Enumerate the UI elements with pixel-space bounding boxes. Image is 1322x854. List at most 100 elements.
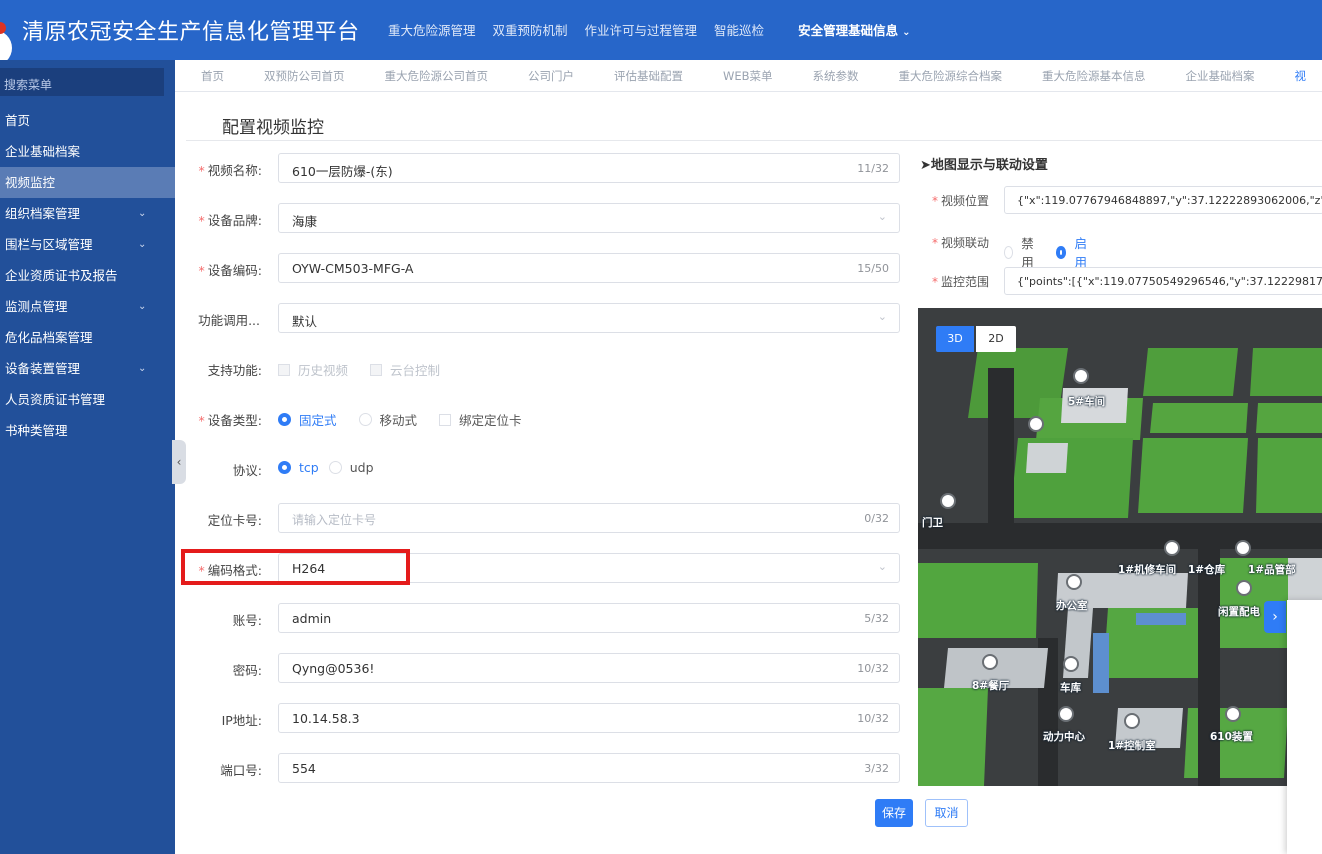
protocol-options: tcp udp [278,460,396,475]
account-input[interactable]: admin 5/32 [278,603,900,633]
sidebar-item-label: 设备装置管理 [5,361,81,376]
sidebar-search-input[interactable]: 搜索菜单 [0,68,164,96]
sidebar-collapse-button[interactable]: ‹ [172,440,186,484]
map-pin-icon[interactable] [1066,574,1082,590]
sidebar-item-org-archive[interactable]: 组织档案管理 ⌄ [0,198,175,229]
map-pin-icon[interactable] [1058,706,1074,722]
tab-hazard-archive[interactable]: 重大危险源综合档案 [899,68,1003,84]
sidebar-item-video-monitor[interactable]: 视频监控 [0,167,175,198]
device-type-mobile-radio[interactable]: 移动式 [358,410,417,429]
ip-input[interactable]: 10.14.58.3 10/32 [278,703,900,733]
form-row-ip: IP地址: 10.14.58.3 10/32 [186,703,902,733]
map-label-office: 办公室 [1056,600,1088,612]
tab-company-portal[interactable]: 公司门户 [528,68,574,84]
char-count: 3/32 [864,762,889,775]
location-arrow-icon: ➤ [920,158,931,173]
sidebar-item-label: 监测点管理 [5,299,68,314]
nav-smart-inspection[interactable]: 智能巡检 [714,20,764,39]
video-name-input[interactable]: 610一层防爆-(东) 11/32 [278,153,900,183]
bind-card-checkbox[interactable]: 绑定定位卡 [439,410,522,429]
brand-select[interactable]: 海康 ⌄ [278,203,900,233]
sidebar-item-home[interactable]: 首页 [0,105,175,136]
tab-home[interactable]: 首页 [201,68,224,84]
char-count: 15/50 [857,262,889,275]
tab-web-menu[interactable]: WEB菜单 [723,68,773,84]
video-position-input[interactable]: {"x":119.07767946848897,"y":37.122228930… [1004,186,1322,214]
card-input[interactable]: 请输入定位卡号 0/32 [278,503,900,533]
sidebar-item-personnel-certs[interactable]: 人员资质证书管理 [0,384,175,415]
char-count: 0/32 [864,512,889,525]
protocol-tcp-radio[interactable]: tcp [278,460,319,475]
page-title: 配置视频监控 [222,118,324,138]
map-view[interactable]: 3D 2D 5#车间 门卫 1#机修车间 1#仓库 1#品管部 办公室 闲置配电… [918,308,1322,786]
password-input[interactable]: Qyng@0536! 10/32 [278,653,900,683]
sidebar-item-cert-types[interactable]: 书种类管理 [0,415,175,446]
map-label-quality: 1#品管部 [1248,564,1296,576]
linkage-enable-radio[interactable]: 启用 [1055,233,1090,271]
char-count: 11/32 [857,162,889,175]
nav-major-hazard[interactable]: 重大危险源管理 [388,20,476,39]
password-value: Qyng@0536! [292,661,375,676]
map-label-repair: 1#机修车间 [1118,564,1177,576]
tab-assessment-config[interactable]: 评估基础配置 [614,68,683,84]
chevron-down-icon: ⌄ [877,560,887,573]
nav-dual-prevention[interactable]: 双重预防机制 [493,20,568,39]
chevron-down-icon: ⌄ [138,208,147,219]
top-bar: 清原农冠安全生产信息化管理平台 重大危险源管理 双重预防机制 作业许可与过程管理… [0,0,1322,66]
app-title: 清原农冠安全生产信息化管理平台 [22,20,360,45]
tab-video[interactable]: 视 [1295,68,1307,84]
sidebar-item-certificates[interactable]: 企业资质证书及报告 [0,260,175,291]
device-type-fixed-radio[interactable]: 固定式 [278,410,337,429]
map-label-unit-610: 610装置 [1210,731,1253,743]
sidebar-item-monitor-points[interactable]: 监测点管理 ⌄ [0,291,175,322]
map-pin-icon[interactable] [1225,706,1241,722]
map-pin-icon[interactable] [982,654,998,670]
form-row-brand: * 设备品牌: 海康 ⌄ [186,203,902,233]
map-pin-icon[interactable] [1073,368,1089,384]
tab-bar: 首页 双预防公司首页 重大危险源公司首页 公司门户 评估基础配置 WEB菜单 系… [175,60,1322,92]
tab-company-archive[interactable]: 企业基础档案 [1186,68,1255,84]
map-3d-button[interactable]: 3D [936,326,974,352]
linkage-disable-radio[interactable]: 禁用 [1004,233,1038,271]
sidebar-item-company-archive[interactable]: 企业基础档案 [0,136,175,167]
card-label: 定位卡号: [207,513,262,528]
map-label-garage: 车库 [1060,682,1081,694]
nav-work-permit[interactable]: 作业许可与过程管理 [585,20,698,39]
sidebar-menu: 首页 企业基础档案 视频监控 组织档案管理 ⌄ 围栏与区域管理 ⌄ 企业资质证书及报… [0,105,175,446]
function-call-label: 功能调用... [198,313,260,328]
save-button[interactable]: 保存 [875,799,913,827]
brand-label: * 设备品牌: [198,213,262,228]
tab-system-params[interactable]: 系统参数 [813,68,859,84]
history-video-checkbox[interactable]: 历史视频 [278,360,348,379]
chevron-down-icon: ⌄ [138,301,147,312]
ptz-control-checkbox[interactable]: 云台控制 [370,360,440,379]
tab-dual-prevention-home[interactable]: 双预防公司首页 [264,68,345,84]
port-input[interactable]: 554 3/32 [278,753,900,783]
map-pin-icon[interactable] [1124,713,1140,729]
title-divider [186,140,1322,141]
map-pin-icon[interactable] [1028,416,1044,432]
protocol-udp-radio[interactable]: udp [328,460,374,475]
form-row-device-code: * 设备编码: OYW-CM503-MFG-A 15/50 [186,253,902,283]
top-nav: 重大危险源管理 双重预防机制 作业许可与过程管理 智能巡检 安全管理基础信息 ⌄ [388,20,927,39]
form-row-video-name: * 视频名称: 610一层防爆-(东) 11/32 [186,153,902,183]
tab-hazard-info[interactable]: 重大危险源基本信息 [1042,68,1146,84]
form-row-support: 支持功能: 历史视频 云台控制 [186,353,902,383]
map-pin-icon[interactable] [1236,580,1252,596]
nav-safety-basic-info[interactable]: 安全管理基础信息 ⌄ [798,20,910,39]
sidebar-item-equipment[interactable]: 设备装置管理 ⌄ [0,353,175,384]
support-options: 历史视频 云台控制 [278,360,462,379]
map-pin-icon[interactable] [940,493,956,509]
function-call-select[interactable]: 默认 ⌄ [278,303,900,333]
cancel-button[interactable]: 取消 [925,799,968,827]
monitor-range-input[interactable]: {"points":[{"x":119.07750549296546,"y":3… [1004,267,1322,295]
map-2d-button[interactable]: 2D [976,326,1016,352]
float-panel-toggle-button[interactable]: › [1264,601,1286,633]
device-code-input[interactable]: OYW-CM503-MFG-A 15/50 [278,253,900,283]
map-pin-icon[interactable] [1235,540,1251,556]
map-pin-icon[interactable] [1164,540,1180,556]
map-pin-icon[interactable] [1063,656,1079,672]
tab-major-hazard-home[interactable]: 重大危险源公司首页 [385,68,489,84]
sidebar-item-chemicals[interactable]: 危化品档案管理 [0,322,175,353]
sidebar-item-fence-area[interactable]: 围栏与区域管理 ⌄ [0,229,175,260]
